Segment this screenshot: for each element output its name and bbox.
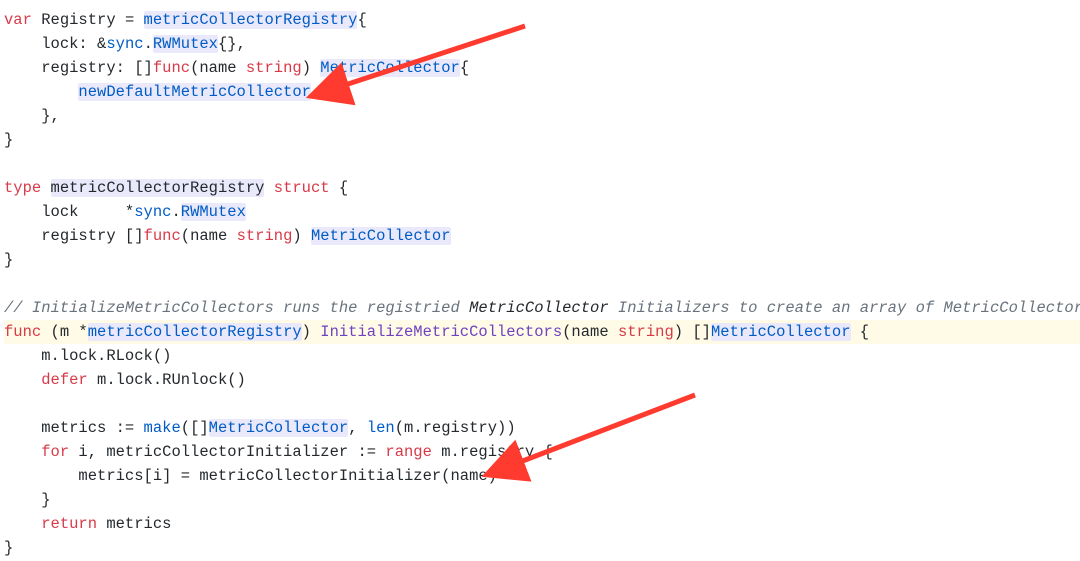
keyword-var: var: [4, 11, 32, 29]
code-line: }: [4, 491, 51, 509]
code-line: lock *sync.RWMutex: [4, 203, 246, 221]
code-line: metrics[i] = metricCollectorInitializer(…: [4, 467, 497, 485]
code-line: [4, 395, 13, 413]
code-line: },: [4, 107, 60, 125]
code-line: return metrics: [4, 515, 171, 533]
code-line: }: [4, 251, 13, 269]
code-line: for i, metricCollectorInitializer := ran…: [4, 443, 553, 461]
code-line: }: [4, 539, 13, 557]
code-line: registry: []func(name string) MetricColl…: [4, 59, 469, 77]
code-line: var Registry = metricCollectorRegistry{: [4, 11, 367, 29]
code-line: func (m *metricCollectorRegistry) Initia…: [4, 320, 1080, 344]
code-line: registry []func(name string) MetricColle…: [4, 227, 451, 245]
code-line: lock: &sync.RWMutex{},: [4, 35, 246, 53]
code-line: metrics := make([]MetricCollector, len(m…: [4, 419, 516, 437]
code-line: type metricCollectorRegistry struct {: [4, 179, 348, 197]
comment: // InitializeMetricCollectors runs the r…: [4, 299, 1080, 317]
code-line: [4, 275, 13, 293]
code-line: }: [4, 131, 13, 149]
code-line: defer m.lock.RUnlock(): [4, 371, 246, 389]
keyword-type: type: [4, 179, 41, 197]
type-ref: metricCollectorRegistry: [144, 11, 358, 29]
code-line: m.lock.RLock(): [4, 347, 171, 365]
code-line: // InitializeMetricCollectors runs the r…: [4, 299, 1080, 317]
code-block: var Registry = metricCollectorRegistry{ …: [0, 0, 1080, 561]
code-line: [4, 155, 13, 173]
code-line: newDefaultMetricCollector,: [4, 83, 320, 101]
